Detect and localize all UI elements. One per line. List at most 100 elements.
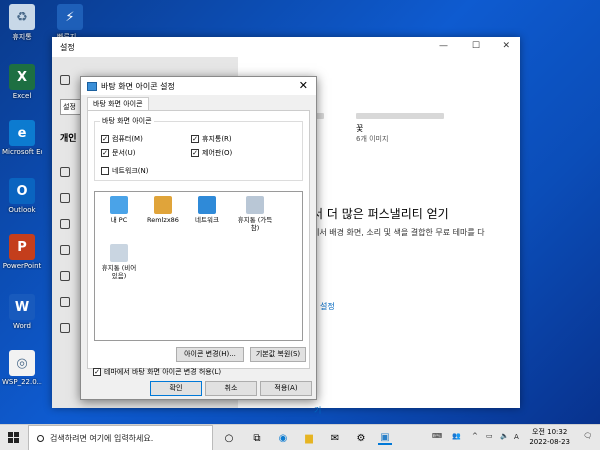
network-icon[interactable]: ▭ [486,432,493,440]
powerpoint-icon: P [9,234,35,260]
desktop-icon-outlook[interactable]: O Outlook [2,178,42,214]
desktop-icon-settings-dialog: 바탕 화면 아이콘 설정 ✕ 바탕 화면 아이콘 바탕 화면 아이콘 ✓ 컴퓨터(… [80,76,317,400]
dialog-title: 바탕 화면 아이콘 설정 [101,81,175,91]
icon-list-label: Remlzx86 [147,216,179,224]
tab-desktop-icons[interactable]: 바탕 화면 아이콘 [87,97,149,111]
checkbox-3[interactable]: ✓ 제어판(O) [191,148,232,158]
icon-list-item[interactable]: Remlzx86 [143,196,183,224]
taskbar-search-box[interactable]: 검색하려면 여기에 입력하세요. [28,425,213,450]
edge-icon: e [9,120,35,146]
icon-list[interactable]: 내 PC Remlzx86 네트워크 휴지통 (가득 참) 휴지통 (비어 있음) [94,191,303,341]
colors-icon[interactable] [60,193,70,203]
start-icon[interactable] [60,297,70,307]
checkbox-label: 컴퓨터(M) [112,135,143,143]
home-icon[interactable] [60,75,70,85]
maximize-button[interactable]: ☐ [472,41,480,51]
checkbox-label: 네트워크(N) [112,167,149,175]
icon-list-item[interactable]: 내 PC [99,196,139,224]
chevron-up-icon[interactable]: ^ [472,432,478,440]
start-button[interactable] [8,432,20,444]
group-label: 바탕 화면 아이콘 [100,116,154,126]
desktop-icon-excel[interactable]: X Excel [2,64,42,100]
taskbar-icon[interactable] [60,323,70,333]
checkbox-0[interactable]: ✓ 컴퓨터(M) [101,134,143,144]
checkbox-box[interactable]: ✓ [101,149,109,157]
theme-card-sub: 6개 이미지 [356,135,389,143]
clock-date: 2022-08-23 [529,438,570,446]
desktop-icon-label: WSP_22.0... [2,378,42,386]
mail-icon[interactable]: ✉ [328,431,342,445]
icon-list-item[interactable]: 네트워크 [187,196,227,224]
desktop-icons-group: 바탕 화면 아이콘 ✓ 컴퓨터(M) ✓ 휴지통(R) ✓ 문서(U) ✓ 제어판(O) 네트워… [94,116,303,181]
edge-taskbar-icon[interactable]: ◉ [276,431,290,445]
checkbox-box[interactable] [101,167,109,175]
theme-card-label: 꽃 [356,124,364,133]
themes-icon[interactable] [60,245,70,255]
settings-title: 설정 [60,42,75,52]
desktop-icon-label: Microsoft Edge [2,148,42,156]
allow-themes-checkbox[interactable]: ✓ 테마에서 바탕 화면 아이콘 변경 허용(L) [93,367,221,377]
volume-icon[interactable]: 🔈 [500,432,509,440]
notification-icon[interactable]: 🗨 [583,432,592,440]
close-button[interactable]: ✕ [502,41,510,51]
task-view-icon[interactable]: ⧉ [250,431,264,445]
desktop-icon-label: PowerPoint [2,262,42,270]
clock[interactable]: 오전 10:32 2022-08-23 [529,427,570,447]
ok-button[interactable]: 확인 [150,381,202,396]
wsp-file-icon: ◎ [9,350,35,376]
related-settings-link[interactable]: 설정 [320,301,335,312]
checkbox-box[interactable]: ✓ [191,149,199,157]
change-icon-button[interactable]: 아이콘 변경(H)... [176,347,244,362]
cancel-button[interactable]: 취소 [205,381,257,396]
bottom-link[interactable]: 기 [314,405,321,416]
icon-list-label: 휴지통 (비어 있음) [101,264,137,280]
fonts-icon[interactable] [60,271,70,281]
clock-time: 오전 10:32 [532,428,568,436]
section-title: 개인 [60,134,77,144]
people-icon[interactable]: 👥 [452,432,461,440]
ime-indicator[interactable]: A [514,433,519,441]
file-explorer-icon[interactable]: ▆ [302,431,316,445]
apply-button[interactable]: 적용(A) [260,381,312,396]
dialog-panel: 바탕 화면 아이콘 ✓ 컴퓨터(M) ✓ 휴지통(R) ✓ 문서(U) ✓ 제어판(O) 네트워… [87,110,310,376]
minimize-button[interactable]: — [439,41,448,51]
desktop-icon-settings-taskbar-icon[interactable]: ▣ [378,431,392,445]
icon-list-item[interactable]: 휴지통 (가득 참) [235,196,275,232]
desktop-icon-word[interactable]: W Word [2,294,42,330]
icon-preview-icon [198,196,216,214]
settings-taskbar-icon[interactable]: ⚙ [354,431,368,445]
word-icon: W [9,294,35,320]
quick-assist-icon: ⚡ [57,4,83,30]
checkbox-1[interactable]: ✓ 휴지통(R) [191,134,232,144]
icon-preview-icon [246,196,264,214]
desktop-icon-label: Outlook [8,206,36,214]
checkbox-4[interactable]: 네트워크(N) [101,166,148,176]
desktop-icon-label: Excel [12,92,32,100]
lockscreen-icon[interactable] [60,219,70,229]
dialog-close-button[interactable]: ✕ [299,79,308,92]
desktop-icon-edge[interactable]: e Microsoft Edge [2,120,42,156]
desktop-icon-recycle-bin[interactable]: ♻ 휴지통 [2,4,42,42]
icon-list-item[interactable]: 휴지통 (비어 있음) [99,244,139,280]
taskbar: 검색하려면 여기에 입력하세요. ○ ⧉ ◉ ▆ ✉ ⚙ ▣ ⌨ 👥 ^ ▭ 🔈… [0,424,600,450]
taskbar-search-placeholder: 검색하려면 여기에 입력하세요. [50,433,154,443]
background-icon[interactable] [60,167,70,177]
desktop-icon-powerpoint[interactable]: P PowerPoint [2,234,42,270]
checkbox-box[interactable]: ✓ [191,135,199,143]
restore-default-button[interactable]: 기본값 복원(S) [250,347,306,362]
dialog-app-icon [87,81,97,91]
cortana-icon[interactable]: ○ [222,431,236,445]
checkbox-box[interactable]: ✓ [101,135,109,143]
theme-preview-2[interactable] [356,113,444,119]
recycle-bin-icon: ♻ [9,4,35,30]
checkbox-label: 제어판(O) [202,149,233,157]
outlook-icon: O [9,178,35,204]
allow-themes-box[interactable]: ✓ [93,368,101,376]
checkbox-2[interactable]: ✓ 문서(U) [101,148,135,158]
icon-preview-icon [110,244,128,262]
desktop-icon-label: 휴지통 [12,33,32,41]
settings-titlebar: 설정 [52,37,520,57]
keyboard-icon[interactable]: ⌨ [432,432,442,440]
checkbox-label: 휴지통(R) [202,135,232,143]
desktop-icon-wsp-file[interactable]: ◎ WSP_22.0... [2,350,42,386]
